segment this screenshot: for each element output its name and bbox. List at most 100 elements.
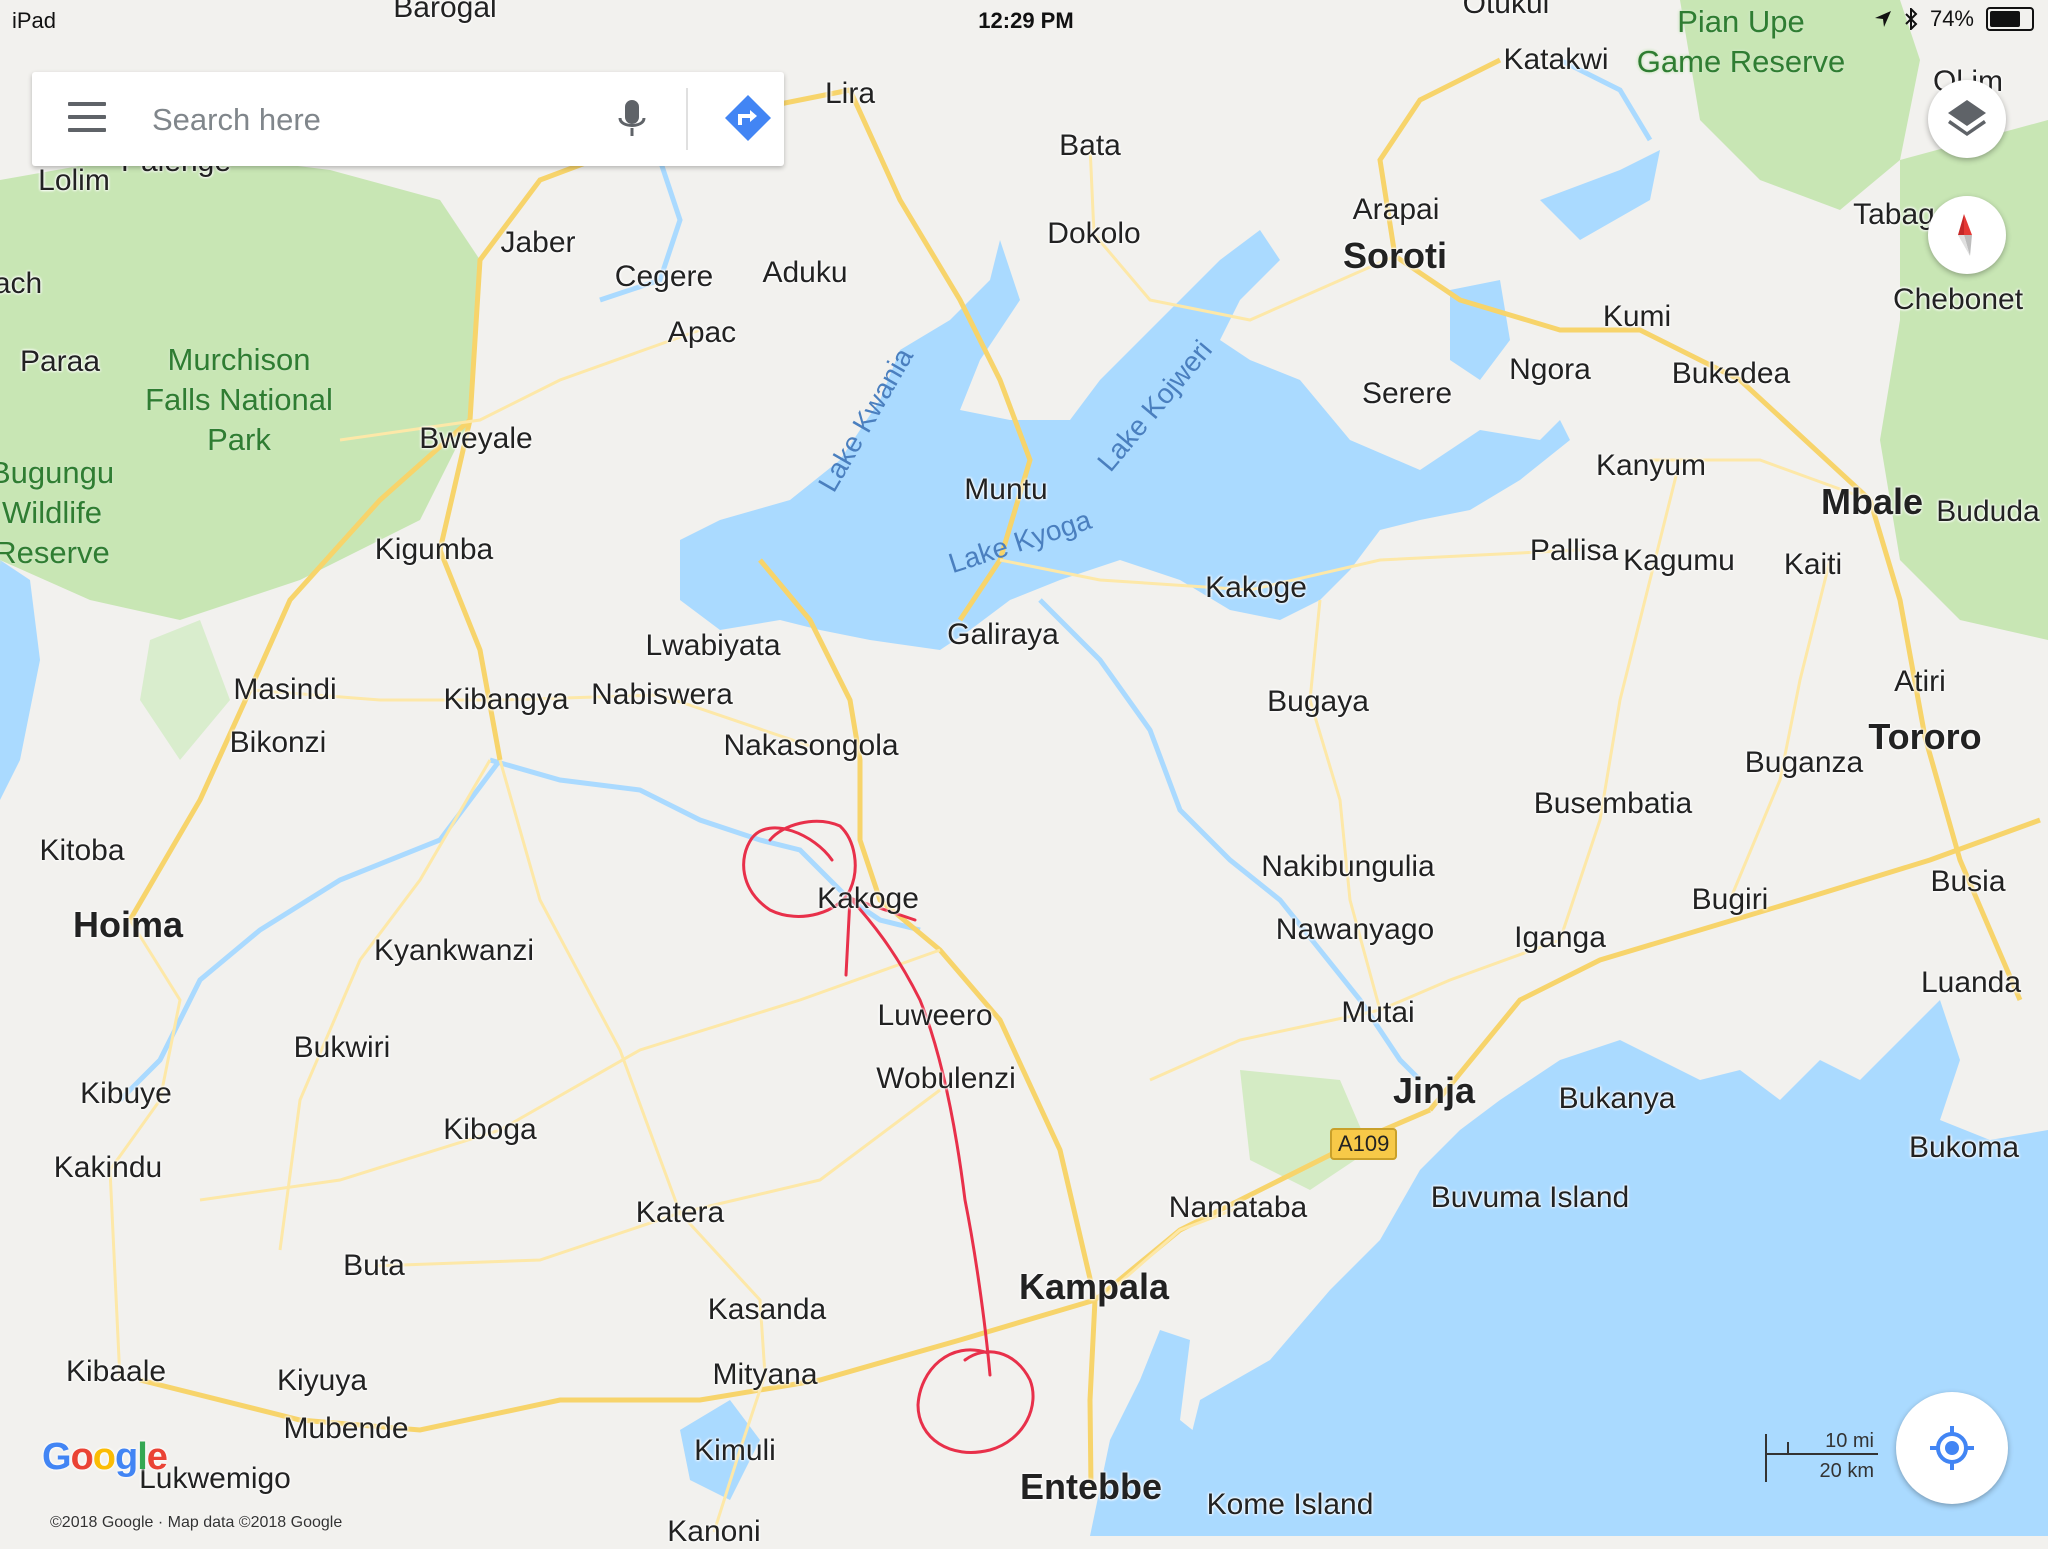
layers-icon bbox=[1948, 100, 1986, 136]
place-label: Buvuma Island bbox=[1430, 1181, 1630, 1214]
place-label: Wobulenzi bbox=[876, 1062, 1016, 1095]
place-label: Kakoge bbox=[817, 882, 919, 915]
place-label: Bukoma bbox=[1908, 1131, 2020, 1164]
place-label: Bukanya bbox=[1558, 1082, 1676, 1115]
place-label: Kagumu bbox=[1623, 544, 1735, 577]
place-label: Ngora bbox=[1509, 353, 1591, 386]
status-icons: 74% bbox=[1874, 6, 2034, 32]
directions-icon[interactable] bbox=[722, 92, 774, 144]
place-label: Bududa bbox=[1936, 495, 2040, 528]
place-label: Nakasongola bbox=[723, 729, 899, 762]
scale-km: 20 km bbox=[1819, 1460, 1874, 1482]
place-label: Kiyuya bbox=[276, 1364, 368, 1397]
my-location-icon bbox=[1930, 1426, 1974, 1470]
place-label: Kanoni bbox=[667, 1515, 761, 1548]
place-label: Muntu bbox=[964, 473, 1048, 506]
place-label: Buta bbox=[343, 1249, 405, 1282]
place-label: Lira bbox=[824, 77, 876, 110]
place-label: Busembatia bbox=[1533, 787, 1693, 820]
place-label: Buganza bbox=[1744, 746, 1864, 779]
place-label: Luanda bbox=[1920, 966, 2022, 999]
search-divider bbox=[686, 88, 688, 150]
map-copyright: ©2018 Google · Map data ©2018 Google bbox=[50, 1514, 343, 1531]
place-label: Kakindu bbox=[53, 1151, 163, 1184]
place-label: Kasanda bbox=[707, 1293, 827, 1326]
place-label: Kibuye bbox=[80, 1077, 172, 1110]
place-label: Katakwi bbox=[1503, 43, 1609, 76]
place-label: Kiboga bbox=[443, 1113, 537, 1146]
park-label: Murchison Falls National Park bbox=[145, 342, 333, 457]
place-label: Bata bbox=[1059, 129, 1121, 162]
battery-icon bbox=[1986, 7, 2034, 31]
compass-icon bbox=[1958, 214, 1972, 256]
place-label: Busia bbox=[1930, 865, 2006, 898]
place-label: Jinja bbox=[1392, 1070, 1476, 1111]
road-badge-a109: A109 bbox=[1330, 1128, 1398, 1160]
place-label: Mbale bbox=[1820, 481, 1924, 522]
battery-percent: 74% bbox=[1929, 6, 1974, 31]
google-logo: Google bbox=[42, 1436, 168, 1478]
place-label: Aduku bbox=[762, 256, 848, 289]
place-label: Bweyale bbox=[419, 422, 533, 455]
place-label: Namataba bbox=[1168, 1191, 1308, 1224]
place-label: Serere bbox=[1361, 377, 1453, 410]
place-label: Lwabiyata bbox=[645, 629, 781, 662]
location-arrow-icon bbox=[1874, 11, 1891, 27]
place-label: Kibangya bbox=[443, 683, 569, 716]
place-label: Jaber bbox=[500, 226, 576, 259]
place-label: Mutai bbox=[1341, 996, 1415, 1029]
place-label: Apac bbox=[667, 316, 737, 349]
place-label: Lolim bbox=[38, 164, 110, 197]
place-label: Katera bbox=[635, 1196, 725, 1229]
scale-miles: 10 mi bbox=[1825, 1430, 1874, 1452]
place-label: Masindi bbox=[233, 673, 337, 706]
place-label: Galiraya bbox=[947, 618, 1059, 651]
place-label: Iganga bbox=[1514, 921, 1606, 954]
place-label: Bukedea bbox=[1671, 357, 1791, 390]
place-label: Soroti bbox=[1343, 235, 1447, 276]
place-label: Mubende bbox=[283, 1412, 409, 1445]
place-label: Kimuli bbox=[694, 1434, 776, 1467]
place-label: Mityana bbox=[712, 1358, 818, 1391]
place-label: Nabiswera bbox=[591, 678, 733, 711]
place-label: Bikonzi bbox=[229, 726, 327, 759]
place-label: Bukwiri bbox=[293, 1031, 391, 1064]
bluetooth-icon bbox=[1905, 8, 1918, 30]
place-label: ach bbox=[0, 267, 43, 300]
place-label: Kampala bbox=[1018, 1266, 1170, 1307]
layers-button[interactable] bbox=[1928, 80, 2006, 158]
scale-bar: 10 mi 20 km bbox=[1762, 1426, 1882, 1486]
place-label: Nawanyago bbox=[1275, 913, 1435, 946]
place-label: Cegere bbox=[614, 260, 714, 293]
place-label: Tabag bbox=[1853, 198, 1935, 231]
menu-icon[interactable] bbox=[68, 102, 106, 136]
place-label: Bugaya bbox=[1267, 685, 1369, 718]
park-label: Bugungu Wildlife Reserve bbox=[0, 455, 115, 570]
place-label: Entebbe bbox=[1019, 1466, 1163, 1507]
place-label: Tororo bbox=[1868, 716, 1982, 757]
clock: 12:29 PM bbox=[978, 8, 1074, 33]
device-name: iPad bbox=[12, 8, 57, 33]
place-label: Kigumba bbox=[374, 533, 494, 566]
place-label: Dokolo bbox=[1047, 217, 1141, 250]
place-label: Kaiti bbox=[1783, 548, 1843, 581]
place-label: Kome Island bbox=[1206, 1488, 1374, 1521]
my-location-button[interactable] bbox=[1896, 1392, 2008, 1504]
place-label: Atiri bbox=[1894, 665, 1946, 698]
place-label: Hoima bbox=[72, 904, 184, 945]
place-label: Luweero bbox=[877, 999, 993, 1032]
status-bar: iPad 12:29 PM 74% bbox=[0, 0, 2048, 40]
place-label: Kakoge bbox=[1205, 571, 1307, 604]
place-label: Arapai bbox=[1352, 193, 1440, 226]
place-label: Kumi bbox=[1602, 300, 1672, 333]
place-label: Kanyum bbox=[1595, 449, 1707, 482]
place-label: Kitoba bbox=[39, 834, 125, 867]
search-box bbox=[32, 72, 784, 166]
place-label: Kibaale bbox=[65, 1355, 167, 1388]
place-label: Pallisa bbox=[1529, 534, 1619, 567]
place-label: Paraa bbox=[19, 345, 101, 378]
search-input[interactable] bbox=[150, 94, 584, 146]
microphone-icon[interactable] bbox=[614, 94, 650, 144]
place-label: Chebonet bbox=[1892, 283, 2024, 316]
compass-button[interactable] bbox=[1928, 196, 2006, 274]
